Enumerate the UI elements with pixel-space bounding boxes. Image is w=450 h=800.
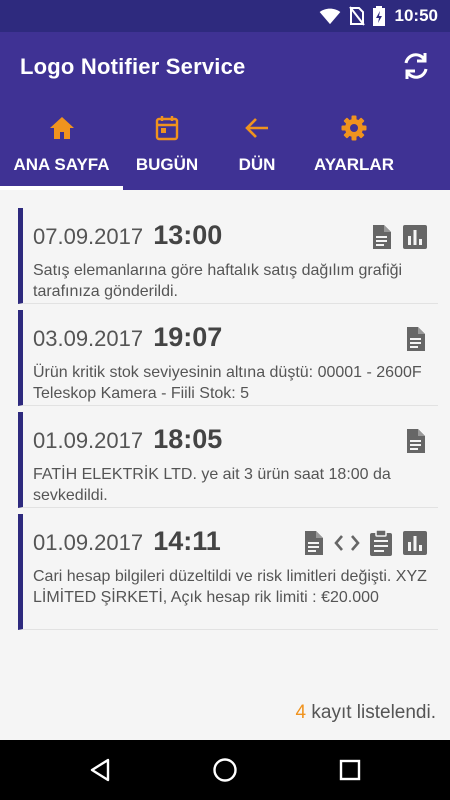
document-icon [305, 531, 323, 555]
gear-icon [341, 115, 367, 141]
document-button[interactable] [402, 428, 428, 454]
refresh-icon [404, 53, 428, 79]
notification-card[interactable]: 01.09.2017 18:05 FATİH ELEKTRİK LTD. ye … [18, 412, 438, 508]
home-button[interactable] [205, 750, 245, 790]
clipboard-icon [370, 530, 392, 556]
home-circle-icon [213, 758, 237, 782]
notification-date: 07.09.2017 [33, 224, 144, 249]
notification-card[interactable]: 03.09.2017 19:07 Ürün kritik stok seviye… [18, 310, 438, 406]
chart-button[interactable] [402, 224, 428, 250]
notification-message: Satış elemanlarına göre haftalık satış d… [33, 262, 403, 300]
back-button[interactable] [80, 750, 120, 790]
tab-bugun[interactable]: BUGÜN [123, 112, 211, 190]
tab-label: AYARLAR [314, 155, 394, 174]
bar-chart-icon [403, 225, 427, 249]
notification-date: 01.09.2017 [33, 530, 144, 555]
tab-label: DÜN [238, 155, 276, 174]
notification-time: 19:07 [153, 322, 223, 352]
status-bar: 10:50 [0, 0, 450, 32]
notification-date: 01.09.2017 [33, 428, 144, 453]
code-button[interactable] [334, 530, 360, 556]
notification-datetime: 01.09.2017 14:11 [33, 526, 221, 557]
app-bar: Logo Notifier Service ANA SAYFA BUGÜN DÜ… [0, 32, 450, 190]
back-triangle-icon [90, 758, 110, 782]
tab-dun[interactable]: DÜN [212, 112, 302, 190]
clipboard-button[interactable] [368, 530, 394, 556]
notification-message: Ürün kritik stok seviyesinin altına düşt… [33, 364, 422, 402]
home-icon [49, 117, 74, 139]
notification-datetime: 01.09.2017 18:05 [33, 424, 222, 455]
app-title: Logo Notifier Service [20, 54, 246, 79]
notification-date: 03.09.2017 [33, 326, 144, 351]
tab-ana-sayfa[interactable]: ANA SAYFA [0, 112, 123, 190]
no-sim-icon [348, 6, 365, 26]
status-time: 10:50 [394, 6, 438, 25]
tab-bar: ANA SAYFA BUGÜN DÜN AYARLAR [0, 112, 450, 190]
recents-square-icon [339, 759, 361, 781]
battery-charging-icon [372, 6, 385, 26]
notification-message: FATİH ELEKTRİK LTD. ye ait 3 ürün saat 1… [33, 466, 391, 504]
document-button[interactable] [402, 326, 428, 352]
recents-button[interactable] [330, 750, 370, 790]
refresh-button[interactable] [396, 46, 436, 86]
arrow-back-icon [245, 118, 268, 138]
bar-chart-icon [403, 531, 427, 555]
notification-card[interactable]: 07.09.2017 13:00 Satış elemanlarına göre… [18, 208, 438, 304]
record-count: 4 kayıt listelendi. [296, 702, 436, 724]
chart-button[interactable] [402, 530, 428, 556]
record-count-label: kayıt listelendi. [306, 702, 436, 723]
tab-label: ANA SAYFA [13, 155, 110, 174]
notification-time: 14:11 [153, 526, 221, 556]
document-icon [373, 225, 391, 249]
wifi-icon [319, 8, 340, 25]
notification-time: 13:00 [153, 220, 223, 250]
notification-time: 18:05 [153, 424, 223, 454]
document-icon [407, 327, 425, 351]
notification-list: 07.09.2017 13:00 Satış elemanlarına göre… [0, 190, 450, 740]
notification-datetime: 07.09.2017 13:00 [33, 220, 222, 251]
navigation-bar [0, 740, 450, 800]
notification-message: Cari hesap bilgileri düzeltildi ve risk … [33, 568, 427, 606]
code-icon [334, 535, 360, 551]
calendar-icon [155, 116, 179, 141]
record-count-number: 4 [295, 702, 307, 723]
document-button[interactable] [368, 224, 394, 250]
document-button[interactable] [300, 530, 326, 556]
notification-datetime: 03.09.2017 19:07 [33, 322, 222, 353]
screen: 10:50 Logo Notifier Service ANA SAYFA BU… [0, 0, 450, 800]
notification-card[interactable]: 01.09.2017 14:11 Cari hesap bilgileri dü… [18, 514, 438, 630]
document-icon [407, 429, 425, 453]
tab-ayarlar[interactable]: AYARLAR [304, 112, 404, 190]
tab-label: BUGÜN [135, 155, 199, 174]
